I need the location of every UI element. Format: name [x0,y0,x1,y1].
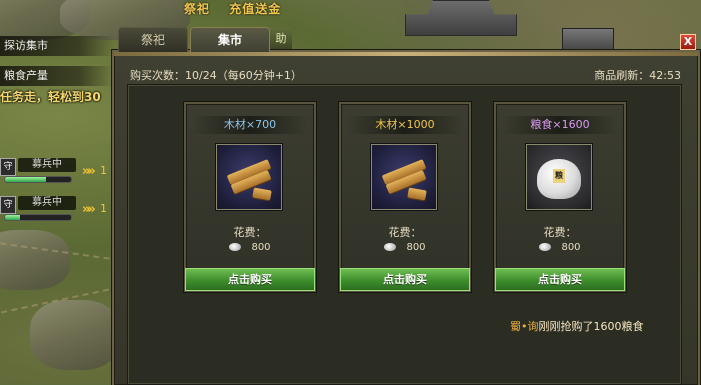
speed-up-arrows-icon[interactable]: »» [82,202,96,217]
buy-button[interactable]: 点击购买 [340,268,470,291]
log-player-name[interactable]: 蜀•询 [510,320,539,333]
cost-value: 800 [561,242,581,253]
visit-market-button[interactable]: 探访集市 [0,36,114,56]
item-title: 木材×1000 [347,116,463,134]
silver-icon [229,243,242,251]
top-link-sacrifice[interactable]: 祭祀 [184,2,210,16]
purchase-log: 蜀•询刚刚抢购了1600粮食 [510,318,644,334]
top-link-recharge[interactable]: 充值送金 [229,2,281,16]
recruit-progress-bar [4,176,72,183]
speed-up-count: 1 [100,202,107,215]
cost-row: 800 [341,242,469,253]
cost-value: 800 [251,242,271,253]
recruit-progress-bar [4,214,72,221]
background-tab-fragment: 助 [270,29,292,49]
buy-button[interactable]: 点击购买 [495,268,625,291]
close-icon[interactable]: X [680,34,696,50]
refresh-timer: 商品刷新：42:53 [594,69,681,82]
cost-row: 800 [186,242,314,253]
cost-row: 800 [496,242,624,253]
flag-icon: 守 [0,196,16,214]
food-output-label[interactable]: 粮食产量 [0,66,114,86]
cost-label: 花费： [388,226,422,239]
tab-market[interactable]: 集市 [190,27,270,52]
cost-label: 花费： [543,226,577,239]
recruit-queue-1[interactable]: 守 募兵中 »» 1 [0,158,110,190]
speed-up-count: 1 [100,164,107,177]
castle-icon[interactable] [405,0,517,36]
log-message: 刚刚抢购了1600粮食 [538,320,644,333]
buy-button[interactable]: 点击购买 [185,268,315,291]
silver-icon [539,243,552,251]
top-links: 祭祀 充值送金 [184,0,295,17]
tab-sacrifice[interactable]: 祭祀 [118,27,188,52]
item-card-grain-1600: 粮食×1600 粮 花费： 800 点击购买 [494,102,626,292]
speed-up-arrows-icon[interactable]: »» [82,164,96,179]
cost-value: 800 [406,242,426,253]
purchase-count: 购买次数：10/24（每60分钟+1） [130,69,302,82]
recruit-status: 募兵中 [18,158,76,172]
wood-icon [371,144,437,210]
item-card-wood-700: 木材×700 花费： 800 点击购买 [184,102,316,292]
building-icon[interactable] [562,28,614,52]
cost-label: 花费： [233,226,267,239]
item-card-wood-1000: 木材×1000 花费： 800 点击购买 [339,102,471,292]
grain-sack-icon: 粮 [526,144,592,210]
item-title: 木材×700 [192,116,308,134]
recruit-queue-2[interactable]: 守 募兵中 »» 1 [0,196,110,228]
item-title: 粮食×1600 [502,116,618,134]
quest-tip[interactable]: 任务走，轻松到30 [0,88,101,105]
silver-icon [384,243,397,251]
wood-icon [216,144,282,210]
flag-icon: 守 [0,158,16,176]
recruit-status: 募兵中 [18,196,76,210]
